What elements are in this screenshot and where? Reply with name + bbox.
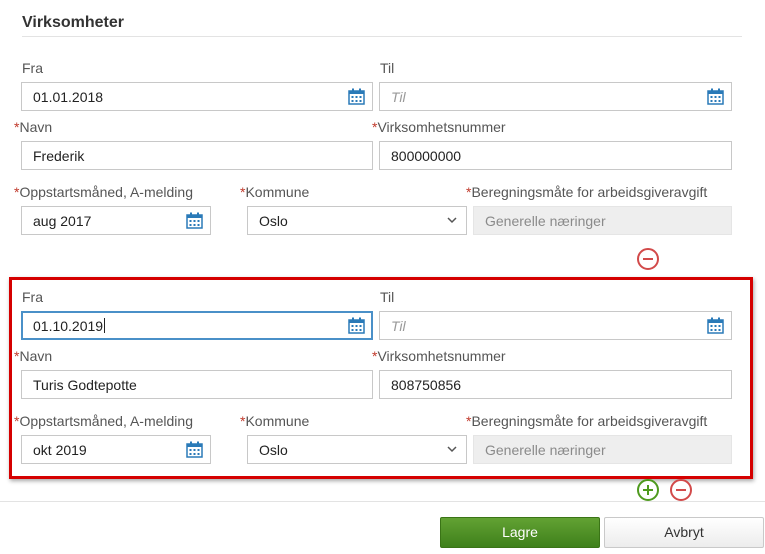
calendar-icon[interactable] [186, 212, 203, 229]
navn-input[interactable]: Frederik [21, 141, 373, 170]
orgnr-label: *Virksomhetsnummer [372, 119, 506, 135]
section-title: Virksomheter [22, 14, 124, 31]
fra-label: Fra [22, 60, 43, 76]
fra-date-input[interactable]: 01.01.2018 [21, 82, 373, 111]
orgnr-input[interactable]: 808750856 [379, 370, 732, 399]
beregning-label: *Beregningsmåte for arbeidsgiveravgift [466, 184, 708, 200]
calendar-icon[interactable] [186, 441, 203, 458]
kommune-label: *Kommune [240, 413, 310, 429]
text-cursor [104, 318, 106, 333]
cancel-button[interactable]: Avbryt [604, 517, 764, 548]
til-date-input[interactable]: Til [379, 82, 732, 111]
calendar-icon[interactable] [707, 88, 724, 105]
kommune-value: Oslo [259, 442, 288, 458]
fra-date-value: 01.10.2019 [33, 318, 106, 334]
fra-date-value: 01.01.2018 [33, 89, 104, 105]
kommune-value: Oslo [259, 213, 288, 229]
minus-icon [676, 489, 686, 491]
add-row-button[interactable] [637, 479, 659, 501]
title-divider [22, 36, 742, 37]
fra-label: Fra [22, 289, 43, 305]
remove-row-button[interactable] [670, 479, 692, 501]
save-button[interactable]: Lagre [440, 517, 600, 548]
oppstart-month-input[interactable]: aug 2017 [21, 206, 211, 235]
orgnr-value: 808750856 [391, 377, 462, 393]
footer-divider [0, 501, 765, 502]
til-date-placeholder: Til [391, 318, 406, 334]
kommune-select[interactable]: Oslo [247, 435, 467, 464]
til-label: Til [380, 60, 395, 76]
oppstart-value: okt 2019 [33, 442, 87, 458]
til-date-placeholder: Til [391, 89, 406, 105]
navn-value: Turis Godtepotte [33, 377, 137, 393]
til-date-input[interactable]: Til [379, 311, 732, 340]
beregning-field: Generelle næringer [473, 435, 732, 464]
navn-label: *Navn [14, 119, 53, 135]
oppstart-label: *Oppstartsmåned, A-melding [14, 413, 193, 429]
chevron-down-icon [447, 446, 457, 453]
remove-row-button[interactable] [637, 248, 659, 270]
beregning-label: *Beregningsmåte for arbeidsgiveravgift [466, 413, 708, 429]
beregning-value: Generelle næringer [485, 442, 606, 458]
til-label: Til [380, 289, 395, 305]
beregning-field: Generelle næringer [473, 206, 732, 235]
calendar-icon[interactable] [707, 317, 724, 334]
chevron-down-icon [447, 217, 457, 224]
calendar-icon[interactable] [348, 88, 365, 105]
orgnr-input[interactable]: 800000000 [379, 141, 732, 170]
navn-value: Frederik [33, 148, 85, 164]
oppstart-value: aug 2017 [33, 213, 92, 229]
minus-icon [643, 258, 653, 260]
fra-date-input[interactable]: 01.10.2019 [21, 311, 373, 340]
oppstart-month-input[interactable]: okt 2019 [21, 435, 211, 464]
orgnr-value: 800000000 [391, 148, 462, 164]
kommune-select[interactable]: Oslo [247, 206, 467, 235]
oppstart-label: *Oppstartsmåned, A-melding [14, 184, 193, 200]
navn-input[interactable]: Turis Godtepotte [21, 370, 373, 399]
navn-label: *Navn [14, 348, 53, 364]
orgnr-label: *Virksomhetsnummer [372, 348, 506, 364]
beregning-value: Generelle næringer [485, 213, 606, 229]
calendar-icon[interactable] [348, 317, 365, 334]
kommune-label: *Kommune [240, 184, 310, 200]
